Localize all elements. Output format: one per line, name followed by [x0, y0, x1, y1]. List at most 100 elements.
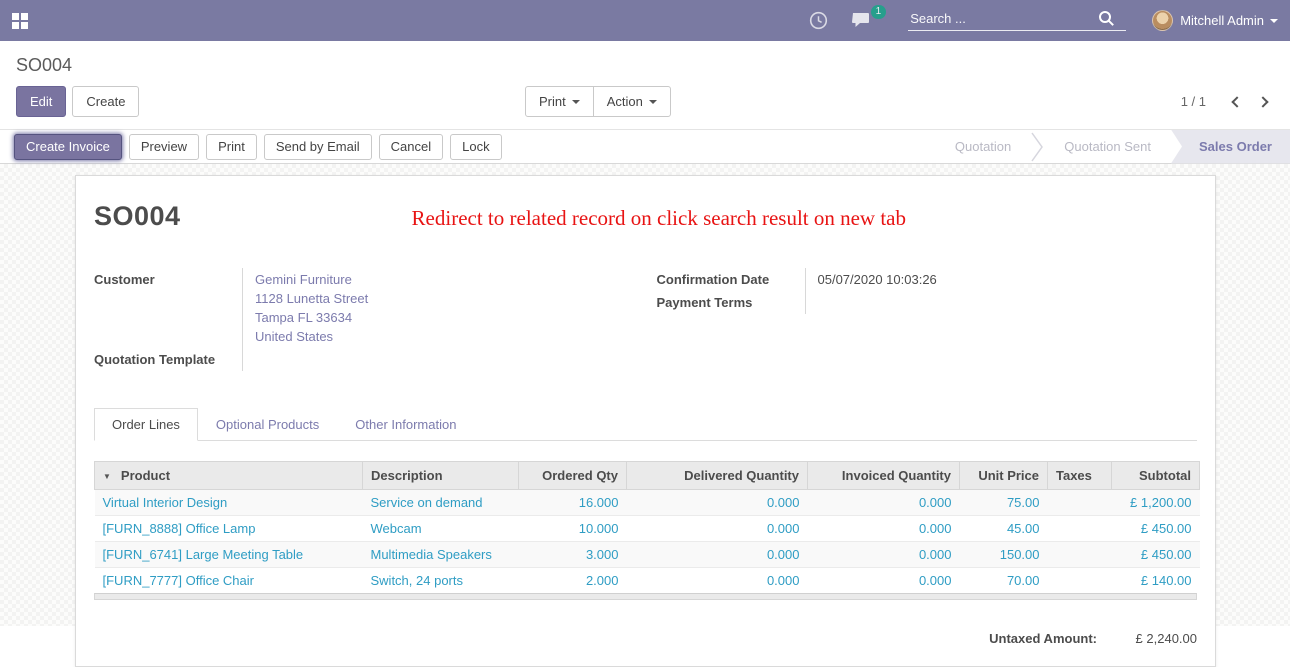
status-pipeline: Quotation Quotation Sent Sales Order [935, 130, 1290, 164]
confirmation-date-label: Confirmation Date [657, 268, 805, 291]
create-invoice-button[interactable]: Create Invoice [14, 134, 122, 160]
cell-product[interactable]: [FURN_7777] Office Chair [95, 568, 363, 594]
cell-ordered_qty[interactable]: 2.000 [519, 568, 627, 594]
order-line-row[interactable]: [FURN_7777] Office ChairSwitch, 24 ports… [95, 568, 1200, 594]
cell-subtotal[interactable]: £ 450.00 [1112, 516, 1200, 542]
confirmation-date-value: 05/07/2020 10:03:26 [805, 268, 1198, 291]
cell-delivered_qty[interactable]: 0.000 [627, 568, 808, 594]
notebook-tabs: Order Lines Optional Products Other Info… [94, 407, 1197, 441]
preview-button[interactable]: Preview [129, 134, 199, 160]
column-subtotal[interactable]: Subtotal [1112, 462, 1200, 490]
user-menu[interactable]: Mitchell Admin [1152, 10, 1278, 31]
quotation-template-value[interactable] [242, 348, 635, 371]
cell-unit_price[interactable]: 75.00 [960, 490, 1048, 516]
print-button[interactable]: Print [206, 134, 257, 160]
untaxed-amount-label: Untaxed Amount: [989, 631, 1097, 646]
pager-previous-button[interactable] [1224, 86, 1250, 117]
column-taxes[interactable]: Taxes [1048, 462, 1112, 490]
cell-subtotal[interactable]: £ 1,200.00 [1112, 490, 1200, 516]
column-unit-price[interactable]: Unit Price [960, 462, 1048, 490]
cell-description[interactable]: Webcam [363, 516, 519, 542]
untaxed-amount-value: £ 2,240.00 [1097, 631, 1197, 646]
cell-delivered_qty[interactable]: 0.000 [627, 490, 808, 516]
cell-invoiced_qty[interactable]: 0.000 [808, 542, 960, 568]
right-field-group: Confirmation Date 05/07/2020 10:03:26 Pa… [657, 268, 1198, 371]
pager-value: 1 / 1 [1181, 94, 1206, 109]
search-magnifier-icon[interactable] [1098, 10, 1115, 27]
order-lines-body: Virtual Interior DesignService on demand… [95, 490, 1200, 594]
state-quotation[interactable]: Quotation [935, 130, 1031, 164]
table-footer-strip [94, 593, 1197, 600]
cell-ordered_qty[interactable]: 3.000 [519, 542, 627, 568]
statusbar: Create Invoice Preview Print Send by Ema… [0, 129, 1290, 164]
record-title: SO004 [94, 201, 181, 232]
cell-invoiced_qty[interactable]: 0.000 [808, 490, 960, 516]
cell-unit_price[interactable]: 70.00 [960, 568, 1048, 594]
top-navbar: 1 Mitchell Admin [0, 0, 1290, 41]
user-menu-caret-icon [1270, 19, 1278, 27]
cell-invoiced_qty[interactable]: 0.000 [808, 568, 960, 594]
order-line-row[interactable]: [FURN_6741] Large Meeting TableMultimedi… [95, 542, 1200, 568]
customer-label: Customer [94, 268, 242, 348]
print-dropdown-button[interactable]: Print [525, 86, 594, 117]
user-name: Mitchell Admin [1180, 13, 1264, 28]
payment-terms-value[interactable] [805, 291, 1198, 314]
column-delivered-quantity[interactable]: Delivered Quantity [627, 462, 808, 490]
search-input[interactable] [908, 10, 1098, 27]
cell-taxes[interactable] [1048, 516, 1112, 542]
cell-invoiced_qty[interactable]: 0.000 [808, 516, 960, 542]
cell-description[interactable]: Switch, 24 ports [363, 568, 519, 594]
left-field-group: Customer Gemini Furniture 1128 Lunetta S… [94, 268, 635, 371]
pager-next-button[interactable] [1250, 86, 1276, 117]
cell-delivered_qty[interactable]: 0.000 [627, 516, 808, 542]
state-sales-order[interactable]: Sales Order [1171, 130, 1290, 164]
cell-description[interactable]: Multimedia Speakers [363, 542, 519, 568]
order-lines-table: ▼Product Description Ordered Qty Deliver… [94, 461, 1200, 593]
edit-button[interactable]: Edit [16, 86, 66, 117]
control-panel: SO004 Edit Create Print Action 1 / 1 [0, 41, 1290, 129]
user-avatar[interactable] [1152, 10, 1173, 31]
cell-taxes[interactable] [1048, 542, 1112, 568]
chevron-right-icon [1257, 96, 1268, 107]
cell-description[interactable]: Service on demand [363, 490, 519, 516]
totals-section: Untaxed Amount: £ 2,240.00 [94, 631, 1197, 646]
tab-other-information[interactable]: Other Information [337, 408, 474, 441]
cell-unit_price[interactable]: 150.00 [960, 542, 1048, 568]
cell-delivered_qty[interactable]: 0.000 [627, 542, 808, 568]
action-caret-icon [649, 100, 657, 108]
create-button[interactable]: Create [72, 86, 139, 117]
cell-product[interactable]: Virtual Interior Design [95, 490, 363, 516]
global-search [908, 10, 1126, 31]
cell-ordered_qty[interactable]: 10.000 [519, 516, 627, 542]
send-by-email-button[interactable]: Send by Email [264, 134, 372, 160]
column-invoiced-quantity[interactable]: Invoiced Quantity [808, 462, 960, 490]
tab-order-lines[interactable]: Order Lines [94, 408, 198, 441]
messages-chat-icon[interactable]: 1 [852, 12, 874, 30]
cell-taxes[interactable] [1048, 490, 1112, 516]
cancel-button[interactable]: Cancel [379, 134, 443, 160]
order-lines-header-row: ▼Product Description Ordered Qty Deliver… [95, 462, 1200, 490]
cell-unit_price[interactable]: 45.00 [960, 516, 1048, 542]
customer-value[interactable]: Gemini Furniture 1128 Lunetta Street Tam… [242, 268, 635, 348]
order-line-row[interactable]: Virtual Interior DesignService on demand… [95, 490, 1200, 516]
activities-clock-icon[interactable] [809, 11, 828, 30]
action-dropdown-button[interactable]: Action [593, 86, 671, 117]
red-annotation-text: Redirect to related record on click sear… [181, 201, 1197, 231]
state-quotation-sent[interactable]: Quotation Sent [1044, 130, 1171, 164]
column-ordered-qty[interactable]: Ordered Qty [519, 462, 627, 490]
cell-subtotal[interactable]: £ 450.00 [1112, 542, 1200, 568]
cell-ordered_qty[interactable]: 16.000 [519, 490, 627, 516]
cell-subtotal[interactable]: £ 140.00 [1112, 568, 1200, 594]
apps-menu-icon[interactable] [12, 13, 28, 29]
order-line-row[interactable]: [FURN_8888] Office LampWebcam10.0000.000… [95, 516, 1200, 542]
breadcrumb: SO004 [16, 55, 1276, 76]
tab-optional-products[interactable]: Optional Products [198, 408, 337, 441]
column-description[interactable]: Description [363, 462, 519, 490]
cell-taxes[interactable] [1048, 568, 1112, 594]
cell-product[interactable]: [FURN_8888] Office Lamp [95, 516, 363, 542]
header-dropdown-caret-icon[interactable]: ▼ [103, 472, 111, 481]
cell-product[interactable]: [FURN_6741] Large Meeting Table [95, 542, 363, 568]
payment-terms-label: Payment Terms [657, 291, 805, 314]
lock-button[interactable]: Lock [450, 134, 501, 160]
column-product[interactable]: ▼Product [95, 462, 363, 490]
